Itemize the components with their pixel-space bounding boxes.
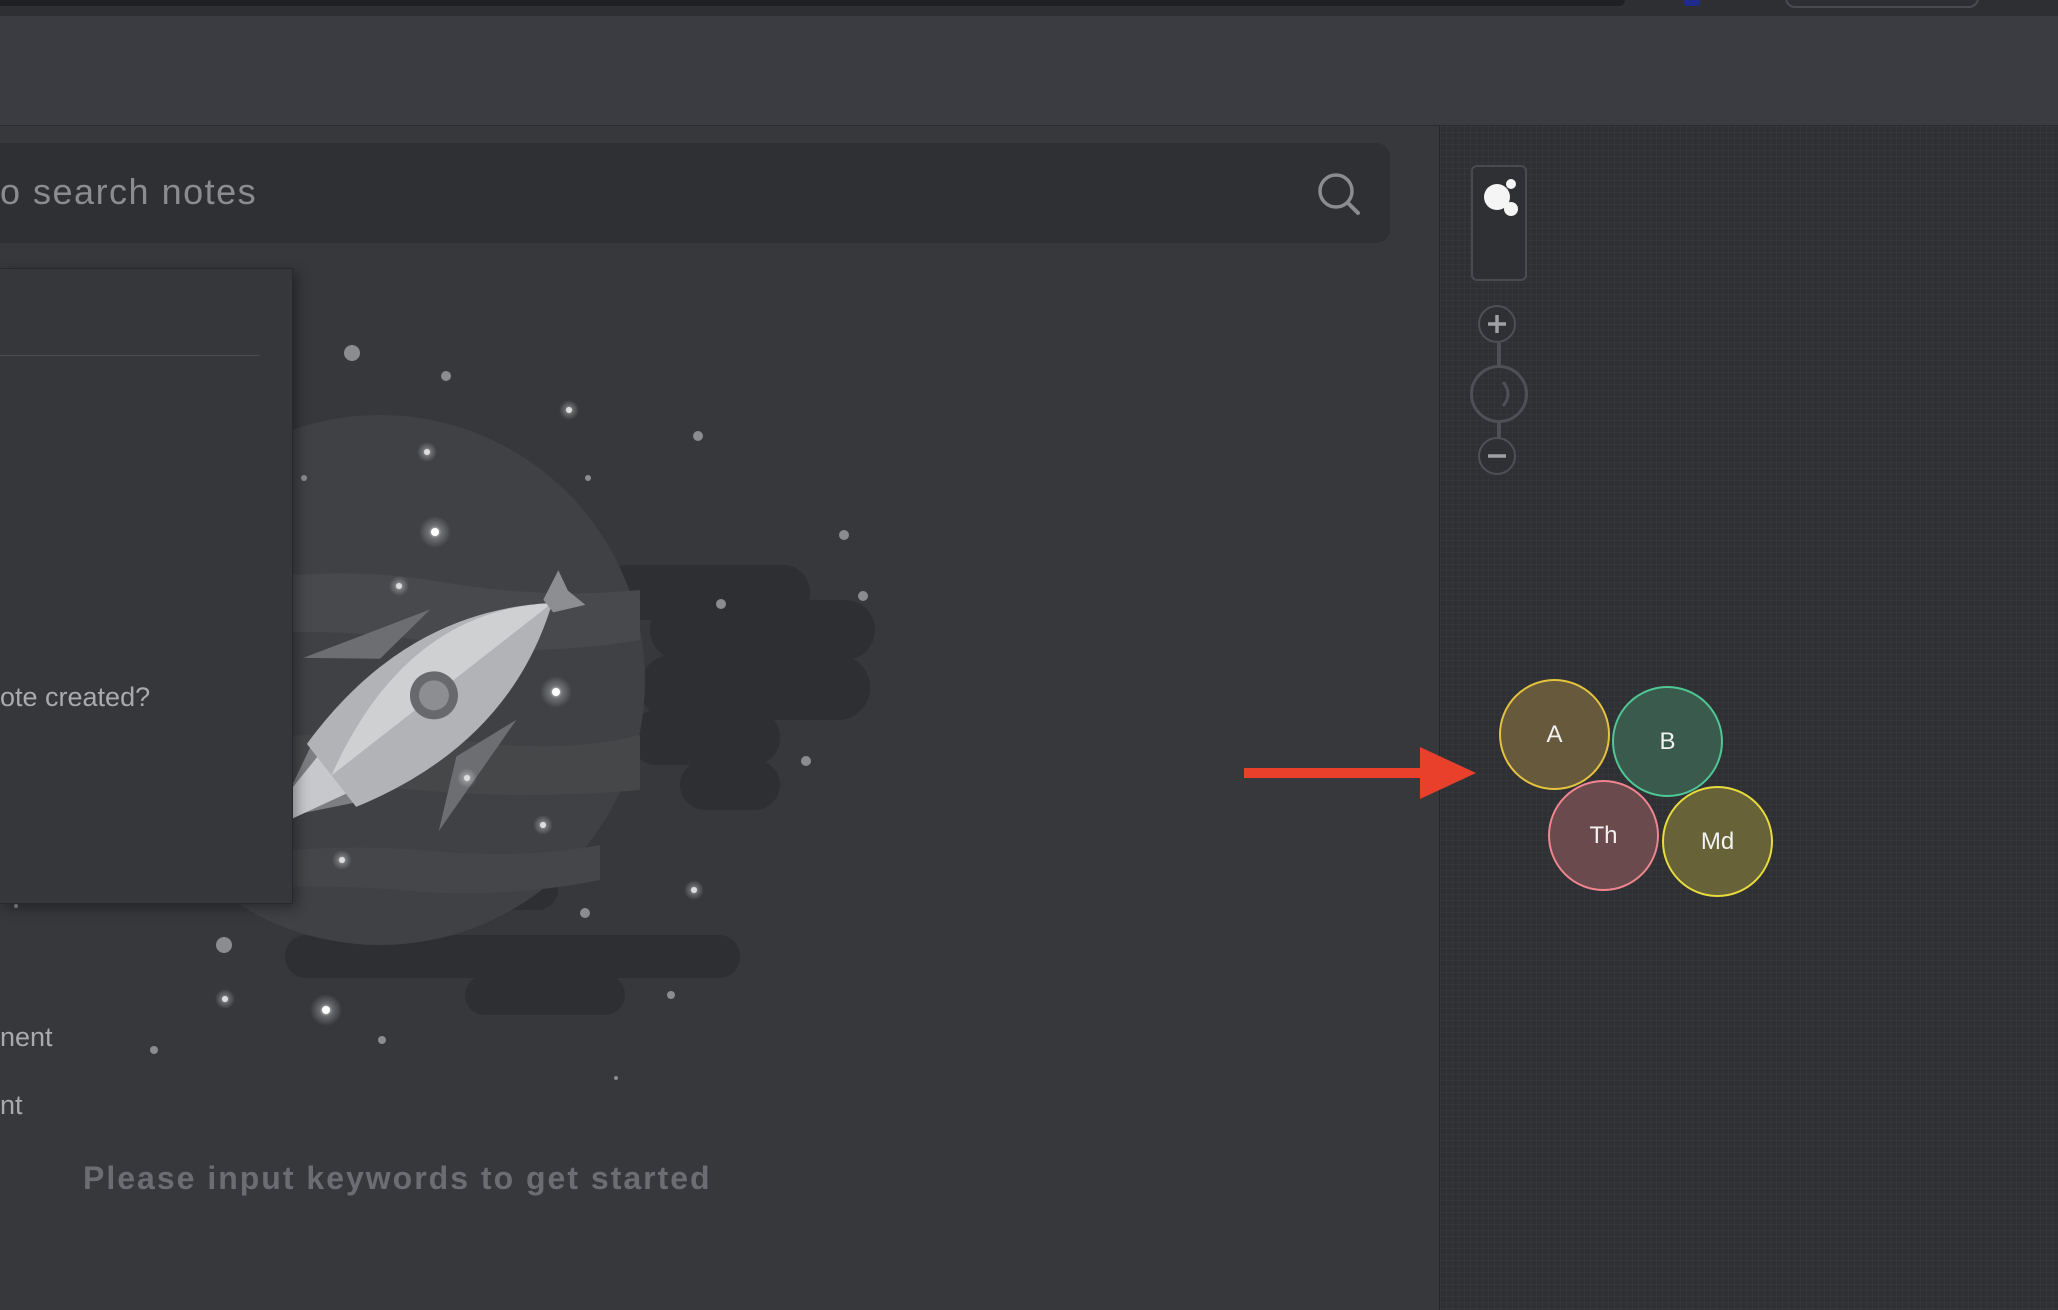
zoom-in-button[interactable] — [1478, 305, 1516, 343]
search-placeholder: o search notes — [0, 171, 258, 212]
search-bar[interactable]: o search notes — [0, 143, 1390, 243]
zoom-out-button[interactable] — [1478, 437, 1516, 475]
search-options-dropdown: ote created? nent nt — [0, 268, 293, 1120]
dropdown-divider — [0, 355, 260, 356]
graph-node-th[interactable]: Th — [1548, 780, 1659, 891]
node-label: B — [1659, 727, 1676, 755]
zoom-slider-knob[interactable] — [1470, 365, 1528, 423]
graph-logo-box[interactable] — [1471, 165, 1527, 281]
top-pill-button[interactable] — [1785, 0, 1979, 8]
title-bar-field — [0, 0, 1625, 6]
plus-icon — [1488, 315, 1506, 333]
tab-indicator — [1684, 0, 1700, 6]
search-icon[interactable] — [1316, 171, 1362, 217]
node-label: Th — [1589, 821, 1618, 849]
node-label: Md — [1700, 827, 1735, 855]
red-arrow-annotation — [1244, 747, 1476, 799]
node-label: A — [1546, 720, 1563, 748]
zoom-control — [1470, 305, 1530, 485]
graph-node-md[interactable]: Md — [1662, 786, 1773, 897]
dropdown-item[interactable]: ote created? — [0, 682, 150, 713]
zoom-track — [1497, 343, 1501, 367]
graph-node-b[interactable]: B — [1612, 686, 1723, 797]
empty-state-hint: Please input keywords to get started — [83, 1160, 712, 1196]
zoom-arc-icon — [1501, 381, 1510, 407]
dropdown-item[interactable]: nt — [0, 1090, 23, 1121]
window-top-strip — [0, 0, 2058, 16]
toolbar — [0, 16, 2058, 126]
graph-logo-icon — [1484, 179, 1518, 216]
dropdown-item[interactable]: nent — [0, 1022, 53, 1053]
graph-node-a[interactable]: A — [1499, 679, 1610, 790]
minus-icon — [1488, 454, 1506, 458]
